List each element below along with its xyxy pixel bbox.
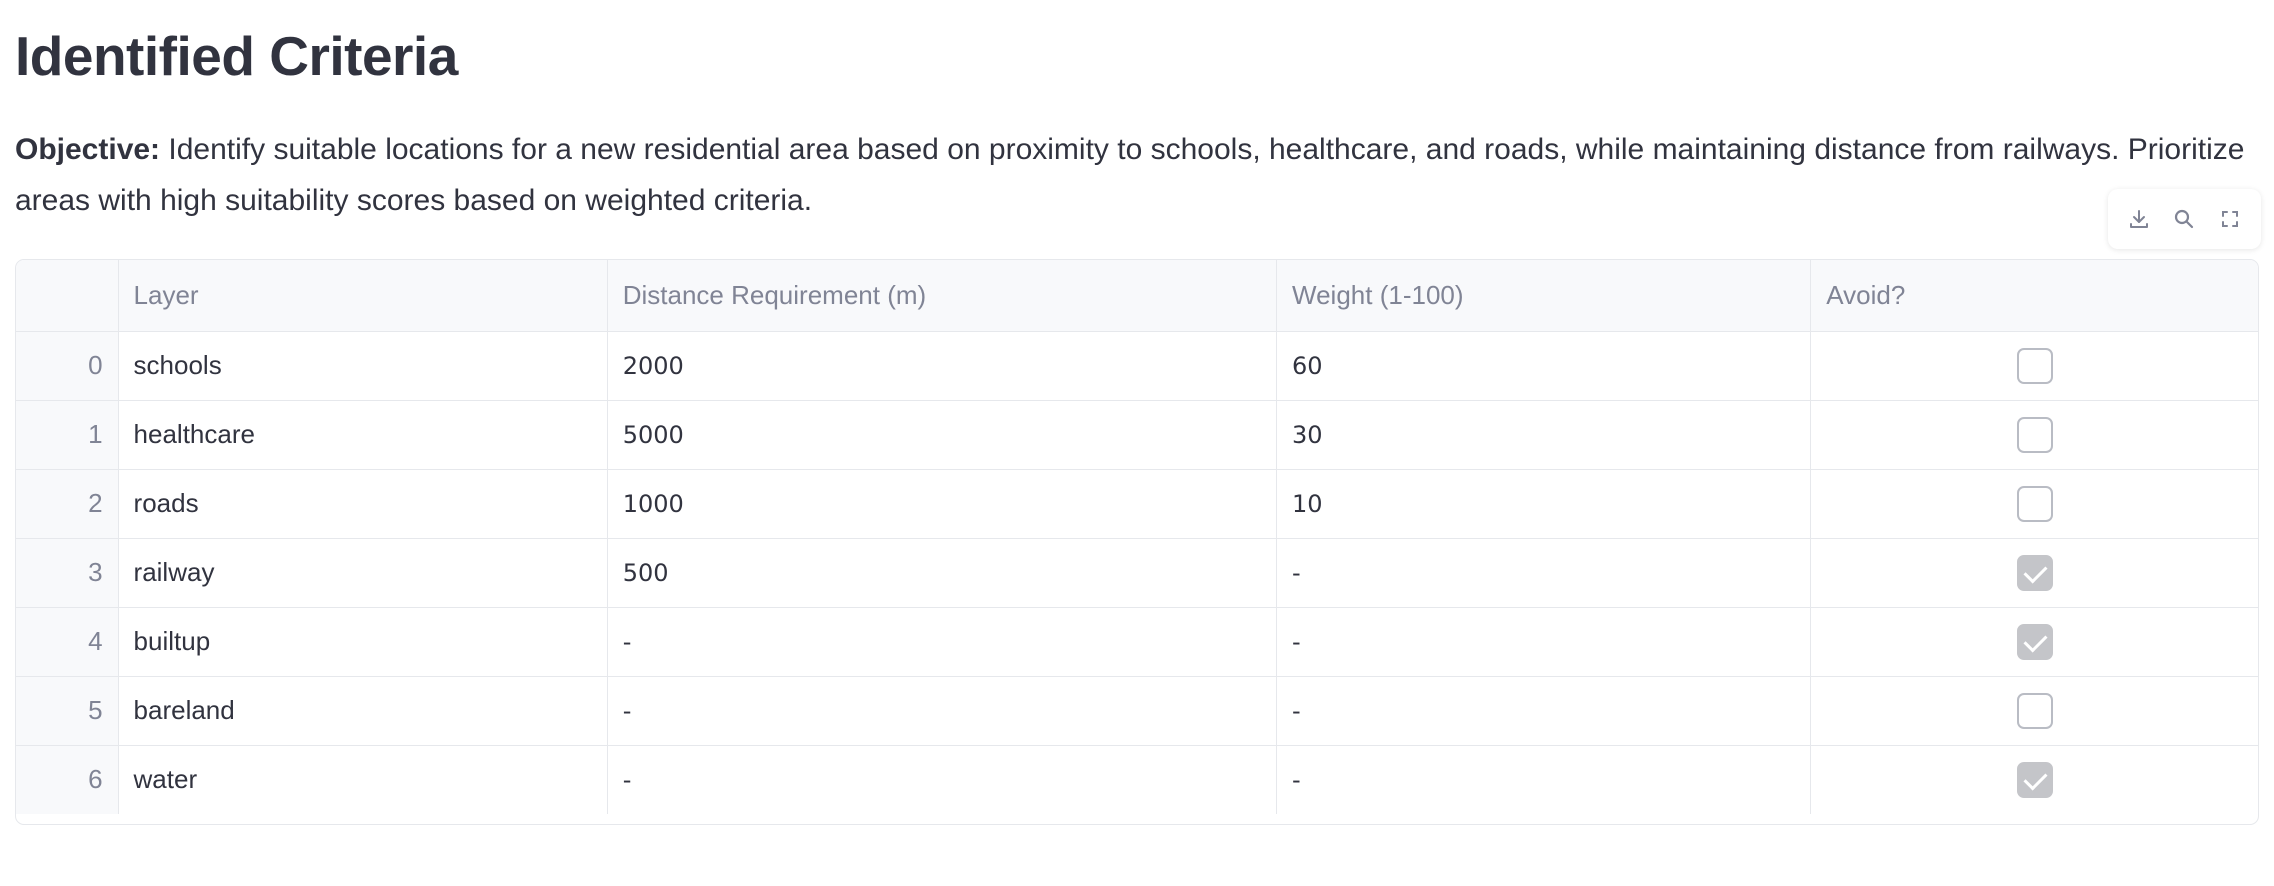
row-index-cell[interactable]: 0	[16, 331, 119, 401]
weight-cell[interactable]: -	[1276, 607, 1812, 677]
table-row[interactable]: 4 builtup - -	[16, 607, 2258, 677]
avoid-cell[interactable]	[1811, 745, 2258, 814]
layer-cell[interactable]: builtup	[118, 607, 608, 677]
distance-cell[interactable]: 2000	[607, 331, 1278, 401]
distance-cell[interactable]: 1000	[607, 469, 1278, 539]
row-index-cell[interactable]: 6	[16, 745, 119, 814]
layer-cell[interactable]: railway	[118, 538, 608, 608]
column-header-avoid[interactable]: Avoid?	[1810, 260, 2258, 332]
column-header-weight[interactable]: Weight (1-100)	[1276, 260, 1812, 332]
distance-cell[interactable]: -	[607, 607, 1278, 677]
layer-cell[interactable]: schools	[118, 331, 608, 401]
objective-text: Identify suitable locations for a new re…	[15, 133, 2245, 217]
search-icon[interactable]	[2166, 201, 2202, 237]
row-index-cell[interactable]: 5	[16, 676, 119, 746]
avoid-checkbox[interactable]	[2016, 347, 2053, 384]
avoid-cell[interactable]	[1810, 676, 2258, 746]
avoid-cell[interactable]	[1810, 400, 2258, 470]
layer-cell[interactable]: healthcare	[118, 400, 608, 470]
avoid-cell[interactable]	[1810, 469, 2258, 539]
table-row[interactable]: 3 railway 500-	[16, 538, 2258, 608]
row-index-cell[interactable]: 2	[16, 469, 119, 539]
avoid-cell[interactable]	[1810, 331, 2258, 401]
table-row[interactable]: 1 healthcare 5000 30	[16, 400, 2258, 470]
row-index-cell[interactable]: 4	[16, 607, 119, 677]
layer-cell[interactable]: bareland	[118, 676, 608, 746]
dataframe-toolbar	[2108, 189, 2261, 249]
download-icon[interactable]	[2121, 201, 2157, 237]
layer-cell[interactable]: water	[118, 745, 608, 814]
table-header-row: Layer Distance Requirement (m) Weight (1…	[16, 260, 2258, 332]
distance-cell[interactable]: 500	[607, 538, 1278, 608]
avoid-checkbox[interactable]	[2016, 761, 2053, 798]
distance-cell[interactable]: -	[607, 745, 1278, 814]
avoid-checkbox[interactable]	[2016, 416, 2053, 453]
weight-cell[interactable]: 30	[1276, 400, 1812, 470]
avoid-checkbox[interactable]	[2016, 692, 2053, 729]
page-title: Identified Criteria	[15, 25, 458, 87]
weight-cell[interactable]: -	[1276, 745, 1812, 814]
column-header-layer[interactable]: Layer	[118, 260, 608, 332]
weight-cell[interactable]: -	[1276, 538, 1812, 608]
row-index-cell[interactable]: 3	[16, 538, 119, 608]
column-header-index[interactable]	[16, 260, 119, 332]
distance-cell[interactable]: 5000	[607, 400, 1278, 470]
avoid-checkbox[interactable]	[2016, 554, 2053, 591]
criteria-table[interactable]: Layer Distance Requirement (m) Weight (1…	[15, 259, 2259, 825]
avoid-checkbox[interactable]	[2016, 485, 2053, 522]
column-header-distance[interactable]: Distance Requirement (m)	[607, 260, 1278, 332]
avoid-cell[interactable]	[1810, 607, 2258, 677]
fullscreen-icon[interactable]	[2212, 201, 2248, 237]
layer-cell[interactable]: roads	[118, 469, 608, 539]
objective-paragraph: Objective: Identify suitable locations f…	[15, 124, 2245, 226]
weight-cell[interactable]: 60	[1276, 331, 1812, 401]
row-index-cell[interactable]: 1	[16, 400, 119, 470]
avoid-checkbox[interactable]	[2016, 623, 2053, 660]
table-row[interactable]: 2 roads 1000 10	[16, 469, 2258, 539]
weight-cell[interactable]: -	[1276, 676, 1812, 746]
table-row[interactable]: 0 schools 2000 60	[16, 331, 2258, 401]
objective-label: Objective:	[15, 133, 161, 166]
distance-cell[interactable]: -	[607, 676, 1278, 746]
table-row[interactable]: 6 water - -	[16, 745, 2258, 814]
weight-cell[interactable]: 10	[1276, 469, 1812, 539]
table-row[interactable]: 5 bareland - -	[16, 676, 2258, 746]
avoid-cell[interactable]	[1810, 538, 2258, 608]
